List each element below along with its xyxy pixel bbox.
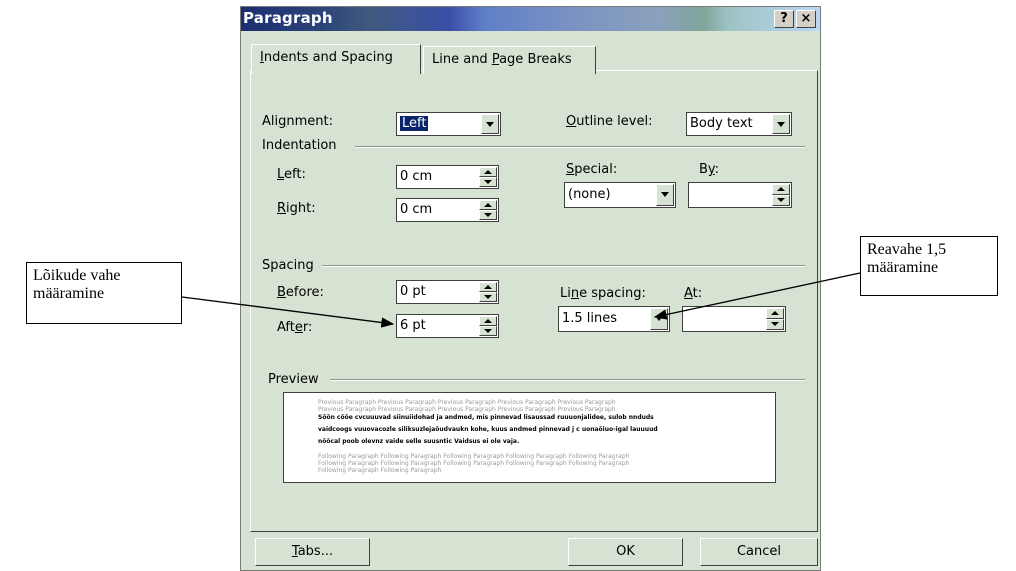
- left-annotation-arrow: [181, 296, 395, 328]
- annotation-arrows: [181, 272, 861, 328]
- right-annotation-arrow: [653, 272, 861, 320]
